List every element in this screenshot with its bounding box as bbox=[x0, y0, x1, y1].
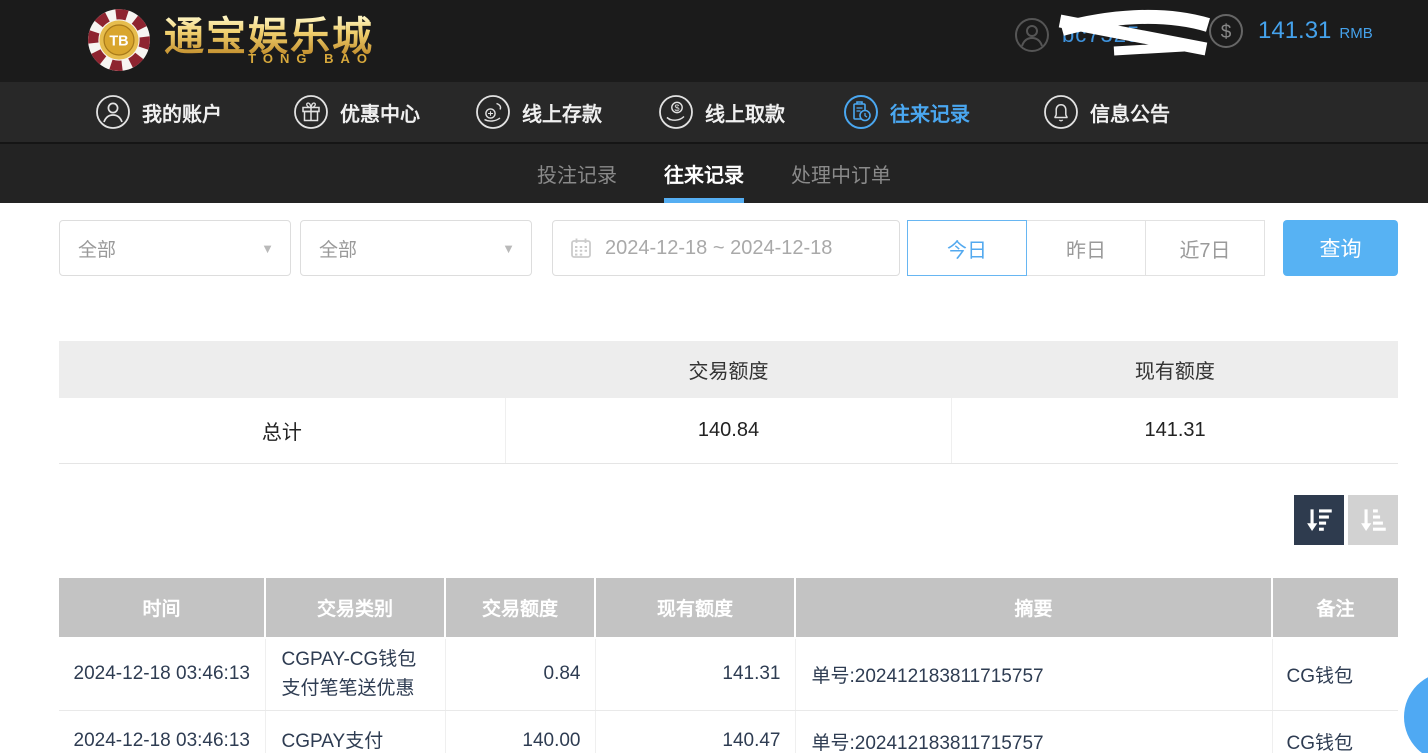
summary-total-balance: 141.31 bbox=[952, 398, 1398, 463]
summary-header-row: 交易额度 现有额度 bbox=[59, 341, 1398, 398]
chevron-down-icon: ▼ bbox=[502, 241, 515, 256]
records-icon bbox=[843, 94, 879, 130]
sort-descending-button[interactable] bbox=[1294, 495, 1344, 545]
table-row: 2024-12-18 03:46:13 CGPAY支付 140.00 140.4… bbox=[59, 710, 1398, 753]
category-select[interactable]: 全部 ▼ bbox=[59, 220, 291, 276]
cell-current-balance: 141.31 bbox=[595, 638, 795, 710]
svg-text:$: $ bbox=[674, 103, 679, 113]
header-transaction-amount: 交易额度 bbox=[445, 578, 595, 638]
summary-header-balance: 现有额度 bbox=[952, 341, 1398, 398]
nav-label: 优惠中心 bbox=[340, 98, 420, 127]
today-button[interactable]: 今日 bbox=[907, 220, 1027, 276]
sort-desc-icon bbox=[1302, 503, 1336, 537]
content-area: 全部 ▼ 全部 ▼ 2024-12-18 ~ 2024-12-18 今日 昨日 bbox=[0, 203, 1428, 753]
header-remark: 备注 bbox=[1272, 578, 1398, 638]
nav-label: 线上取款 bbox=[705, 98, 785, 127]
nav-label: 信息公告 bbox=[1090, 98, 1170, 127]
records-header-row: 时间 交易类别 交易额度 现有额度 摘要 备注 bbox=[59, 578, 1398, 638]
date-range-input[interactable]: 2024-12-18 ~ 2024-12-18 bbox=[552, 220, 900, 276]
balance-display[interactable]: $ 141.31 RMB bbox=[1208, 13, 1373, 49]
tab-transaction-records[interactable]: 往来记录 bbox=[664, 144, 744, 203]
summary-total-label: 总计 bbox=[59, 398, 505, 463]
summary-header-transaction: 交易额度 bbox=[505, 341, 951, 398]
nav-item-records[interactable]: 往来记录 bbox=[843, 82, 970, 142]
svg-text:$: $ bbox=[1221, 22, 1232, 43]
deposit-icon bbox=[475, 94, 511, 130]
search-button[interactable]: 查询 bbox=[1283, 220, 1398, 276]
yesterday-button[interactable]: 昨日 bbox=[1026, 220, 1146, 276]
logo-text: 通宝娱乐城 TONG BAO bbox=[164, 15, 374, 66]
header-current-balance: 现有额度 bbox=[595, 578, 795, 638]
balance-amount: 141.31 bbox=[1258, 17, 1331, 45]
sort-button-group bbox=[1294, 495, 1398, 545]
date-range-value: 2024-12-18 ~ 2024-12-18 bbox=[605, 237, 832, 260]
top-header: TB 通宝娱乐城 TONG BAO bc7325 bbox=[0, 0, 1428, 82]
user-profile-icon bbox=[1014, 17, 1050, 53]
cell-transaction-amount: 0.84 bbox=[445, 638, 595, 710]
cell-remark: CG钱包 bbox=[1272, 638, 1398, 710]
subcategory-select-value: 全部 bbox=[319, 235, 357, 262]
cell-current-balance: 140.47 bbox=[595, 710, 795, 753]
tab-processing-orders[interactable]: 处理中订单 bbox=[791, 144, 891, 203]
balance-currency: RMB bbox=[1339, 20, 1372, 42]
nav-item-withdraw[interactable]: $ 线上取款 bbox=[658, 82, 785, 142]
cell-time: 2024-12-18 03:46:13 bbox=[59, 638, 265, 710]
cell-type: CGPAY-CG钱包支付笔笔送优惠 bbox=[265, 638, 445, 710]
tab-betting-records[interactable]: 投注记录 bbox=[537, 144, 617, 203]
summary-total-transaction: 140.84 bbox=[505, 398, 951, 463]
cell-transaction-amount: 140.00 bbox=[445, 710, 595, 753]
gift-icon bbox=[293, 94, 329, 130]
nav-item-announcements[interactable]: 信息公告 bbox=[1043, 82, 1170, 142]
username-text: bc7325 bbox=[1062, 22, 1140, 48]
nav-item-my-account[interactable]: 我的账户 bbox=[95, 82, 222, 142]
last7days-button[interactable]: 近7日 bbox=[1145, 220, 1265, 276]
logo-subtitle: TONG BAO bbox=[248, 51, 374, 66]
user-account[interactable]: bc7325 bbox=[1014, 13, 1212, 57]
poker-chip-icon: TB bbox=[86, 7, 152, 73]
cell-summary: 单号:202412183811715757 bbox=[795, 638, 1272, 710]
cell-type: CGPAY支付 bbox=[265, 710, 445, 753]
main-navigation: 我的账户 优惠中心 线上存款 bbox=[0, 82, 1428, 144]
nav-item-promotions[interactable]: 优惠中心 bbox=[293, 82, 420, 142]
site-logo[interactable]: TB 通宝娱乐城 TONG BAO bbox=[86, 7, 374, 73]
category-select-value: 全部 bbox=[78, 235, 116, 262]
sort-ascending-button[interactable] bbox=[1348, 495, 1398, 545]
chevron-down-icon: ▼ bbox=[261, 241, 274, 256]
subcategory-select[interactable]: 全部 ▼ bbox=[300, 220, 532, 276]
dollar-coin-icon: $ bbox=[1208, 13, 1244, 49]
nav-label: 我的账户 bbox=[142, 98, 222, 127]
withdraw-icon: $ bbox=[658, 94, 694, 130]
cell-remark: CG钱包 bbox=[1272, 710, 1398, 753]
svg-text:TB: TB bbox=[109, 34, 128, 50]
cell-time: 2024-12-18 03:46:13 bbox=[59, 710, 265, 753]
summary-total-row: 总计 140.84 141.31 bbox=[59, 398, 1398, 463]
calendar-icon bbox=[569, 236, 593, 260]
records-table: 时间 交易类别 交易额度 现有额度 摘要 备注 2024-12-18 03:46… bbox=[59, 578, 1398, 753]
table-row: 2024-12-18 03:46:13 CGPAY-CG钱包支付笔笔送优惠 0.… bbox=[59, 638, 1398, 710]
nav-label: 线上存款 bbox=[522, 98, 602, 127]
page: TB 通宝娱乐城 TONG BAO bc7325 bbox=[0, 0, 1428, 753]
quick-range-group: 今日 昨日 近7日 bbox=[908, 220, 1265, 276]
header-summary: 摘要 bbox=[795, 578, 1272, 638]
sort-asc-icon bbox=[1356, 503, 1390, 537]
summary-table: 交易额度 现有额度 总计 140.84 141.31 bbox=[59, 341, 1398, 464]
bell-icon bbox=[1043, 94, 1079, 130]
summary-header-empty bbox=[59, 341, 505, 398]
account-icon bbox=[95, 94, 131, 130]
header-time: 时间 bbox=[59, 578, 265, 638]
record-subtabs: 投注记录 往来记录 处理中订单 bbox=[0, 144, 1428, 203]
cell-summary: 单号:202412183811715757 bbox=[795, 710, 1272, 753]
nav-item-deposit[interactable]: 线上存款 bbox=[475, 82, 602, 142]
nav-label: 往来记录 bbox=[890, 98, 970, 127]
header-type: 交易类别 bbox=[265, 578, 445, 638]
